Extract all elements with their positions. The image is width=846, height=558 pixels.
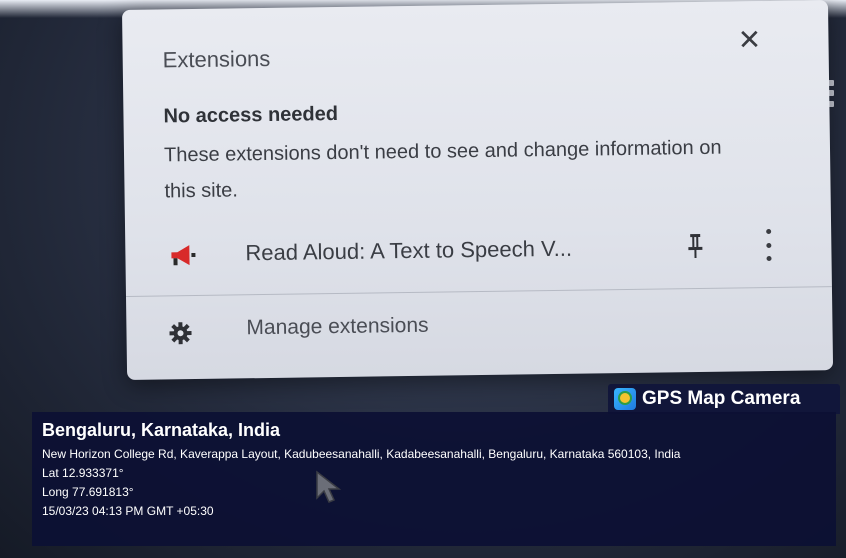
extensions-popup: Extensions ✕ No access needed These exte… — [122, 0, 834, 380]
divider — [125, 286, 832, 297]
close-icon[interactable]: ✕ — [734, 24, 764, 55]
gps-timestamp: 15/03/23 04:13 PM GMT +05:30 — [42, 504, 214, 518]
no-access-heading: No access needed — [163, 102, 339, 128]
gps-city: Bengaluru, Karnataka, India — [42, 420, 281, 440]
gps-address: New Horizon College Rd, Kaverappa Layout… — [42, 447, 681, 461]
extension-row-read-aloud[interactable]: Read Aloud: A Text to Speech V... — [125, 218, 832, 284]
gear-icon — [169, 322, 192, 345]
mouse-pointer-icon — [316, 470, 342, 503]
manage-extensions-label: Manage extensions — [246, 313, 429, 340]
gps-app-name: GPS Map Camera — [642, 388, 801, 409]
popup-title: Extensions — [162, 45, 271, 73]
pin-icon[interactable] — [685, 232, 705, 260]
gps-camera-icon — [614, 388, 636, 410]
no-access-description: These extensions don't need to see and c… — [163, 136, 722, 203]
megaphone-icon — [171, 245, 196, 266]
gps-app-badge: GPS Map Camera — [608, 384, 840, 414]
gps-longitude: Long 77.691813° — [42, 485, 134, 499]
gps-latitude: Lat 12.933371° — [42, 466, 124, 480]
extension-name: Read Aloud: A Text to Speech V... — [245, 235, 573, 266]
more-vert-icon[interactable] — [761, 228, 775, 262]
gps-info-overlay: Bengaluru, Karnataka, India New Horizon … — [32, 412, 836, 546]
manage-extensions-row[interactable]: Manage extensions — [126, 296, 833, 362]
